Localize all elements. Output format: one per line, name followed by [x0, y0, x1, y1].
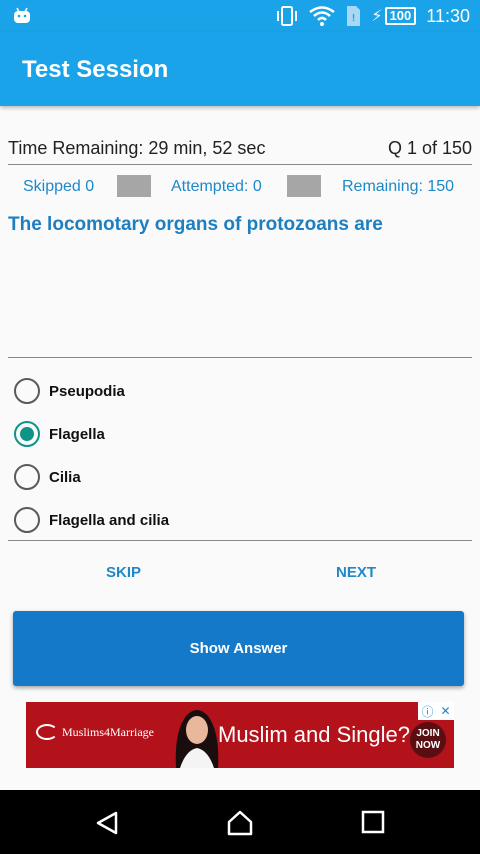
- remaining-count: Remaining: 150: [342, 178, 455, 195]
- home-icon[interactable]: [226, 810, 254, 836]
- vibrate-icon: [277, 6, 298, 26]
- time-remaining: Time Remaining: 29 min, 52 sec: [8, 138, 266, 158]
- close-icon[interactable]: ✕: [440, 704, 450, 718]
- skip-button[interactable]: SKIP: [106, 564, 141, 581]
- ad-brand: Muslims4Marriage: [36, 724, 154, 740]
- option-2[interactable]: Flagella: [14, 420, 105, 448]
- radio-button[interactable]: [14, 464, 40, 490]
- status-bar: ! ⚡ 100 11:30: [0, 0, 480, 32]
- ad-choices[interactable]: ⓘ ✕: [418, 702, 454, 720]
- clock: 11:30: [426, 5, 470, 26]
- option-label: Flagella and cilia: [49, 511, 170, 529]
- option-1[interactable]: Pseupodia: [14, 377, 125, 405]
- divider: [8, 357, 472, 358]
- app-bar: Test Session: [0, 32, 480, 106]
- option-label: Pseupodia: [49, 382, 125, 400]
- option-label: Cilia: [49, 468, 81, 486]
- option-4[interactable]: Flagella and cilia: [14, 506, 169, 534]
- navigation-bar: [0, 790, 480, 854]
- wifi-icon: [309, 6, 336, 26]
- divider: [8, 164, 472, 165]
- radio-button-selected[interactable]: [14, 421, 40, 447]
- show-answer-button[interactable]: Show Answer: [13, 611, 464, 686]
- skipped-count: Skipped 0: [23, 178, 95, 195]
- ad-cta-line2: NOW: [415, 740, 441, 751]
- battery-icon: ⚡ 100: [371, 6, 417, 26]
- question-counter: Q 1 of 150: [387, 138, 472, 158]
- divider: [8, 540, 472, 541]
- attempted-count: Attempted: 0: [171, 178, 262, 195]
- ad-brand-name: Muslims4Marriage: [62, 724, 154, 739]
- android-icon: [14, 7, 30, 23]
- recents-icon[interactable]: [361, 810, 385, 834]
- option-3[interactable]: Cilia: [14, 463, 81, 491]
- option-label: Flagella: [49, 425, 105, 443]
- info-icon[interactable]: ⓘ: [421, 703, 433, 720]
- ad-banner[interactable]: Muslims4Marriage Muslim and Single? JOIN…: [26, 702, 454, 768]
- battery-level: 100: [384, 7, 417, 25]
- svg-text:!: !: [352, 13, 355, 24]
- back-icon[interactable]: [94, 810, 120, 836]
- ad-cta-button[interactable]: JOIN NOW: [410, 722, 446, 758]
- ad-cta-line1: JOIN: [416, 728, 440, 739]
- question-text: The locomotary organs of protozoans are: [8, 214, 383, 235]
- next-button[interactable]: NEXT: [336, 564, 376, 581]
- stats-row: Skipped 0 Attempted: 0 Remaining: 150: [0, 175, 480, 199]
- ad-headline: Muslim and Single?: [218, 722, 410, 747]
- ad-logo-icon: [36, 724, 58, 740]
- session-info-row: Time Remaining: 29 min, 52 sec Q 1 of 15…: [8, 138, 472, 159]
- radio-button[interactable]: [14, 378, 40, 404]
- attempted-indicator: [287, 175, 321, 197]
- sim-icon: !: [347, 6, 361, 26]
- skipped-indicator: [117, 175, 151, 197]
- radio-button[interactable]: [14, 507, 40, 533]
- charging-icon: ⚡: [371, 8, 383, 25]
- page-title: Test Session: [22, 56, 169, 83]
